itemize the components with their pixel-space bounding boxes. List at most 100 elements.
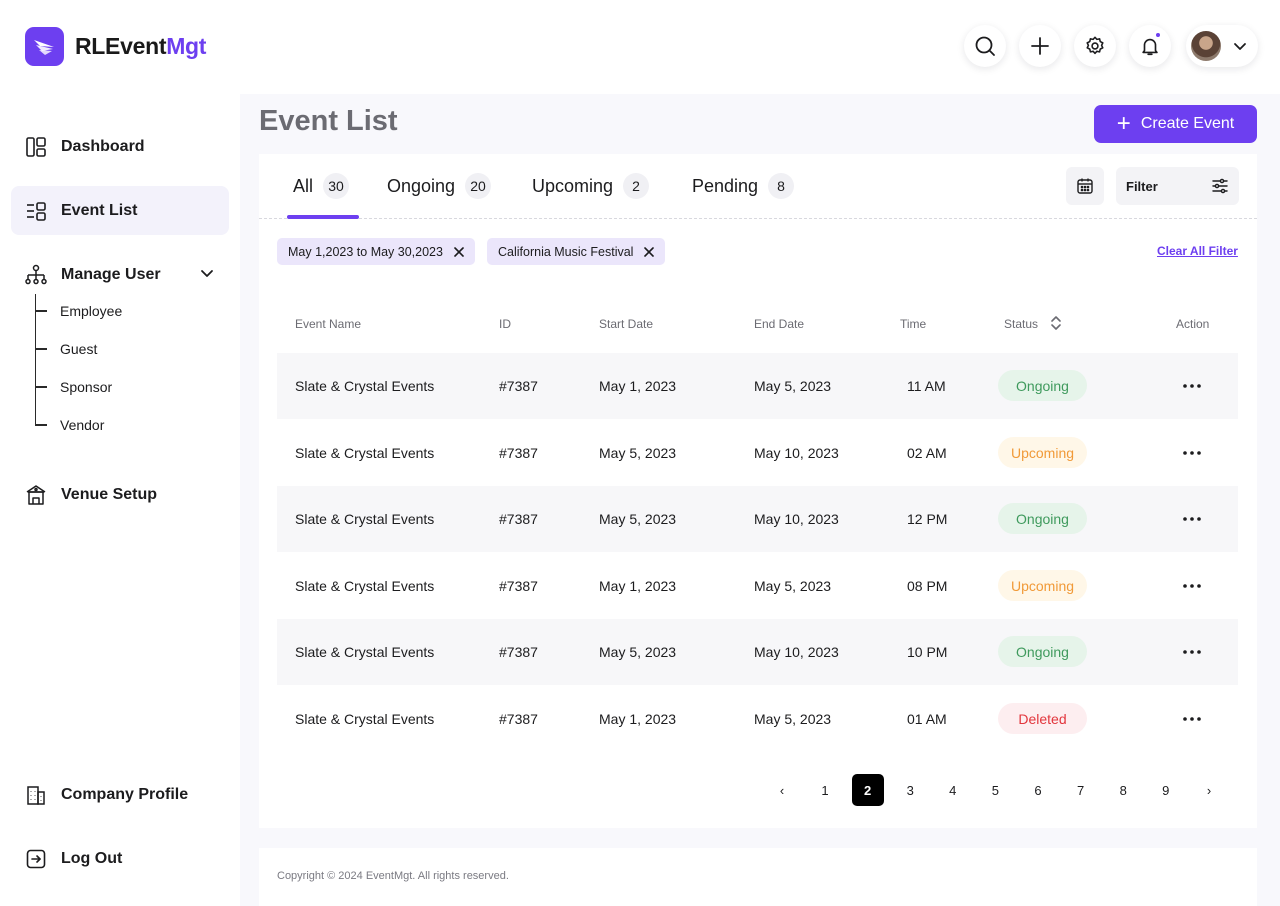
cell-time: 02 AM bbox=[907, 445, 947, 461]
building-icon bbox=[25, 784, 47, 806]
table-row[interactable]: Slate & Crystal Events #7387 May 1, 2023 Ma… bbox=[277, 686, 1238, 752]
cell-id: #7387 bbox=[499, 378, 538, 394]
cell-start-date: May 5, 2023 bbox=[599, 644, 677, 660]
add-button[interactable] bbox=[1019, 25, 1061, 67]
column-header-end-date: End Date bbox=[754, 317, 805, 331]
column-header-status[interactable]: Status bbox=[1004, 317, 1038, 331]
pagination-page-button[interactable]: 9 bbox=[1150, 774, 1182, 806]
cell-start-date: May 5, 2023 bbox=[599, 445, 677, 461]
copyright-text: Copyright © 2024 EventMgt. All rights re… bbox=[277, 870, 509, 882]
more-actions-icon[interactable] bbox=[1179, 377, 1205, 395]
clear-all-filter-link[interactable]: Clear All Filter bbox=[1157, 244, 1238, 258]
tab-all[interactable]: All 30 bbox=[293, 173, 350, 199]
pagination-page-button[interactable]: 2 bbox=[851, 774, 884, 806]
active-tab-indicator bbox=[287, 215, 359, 219]
sidebar-item-company-profile[interactable]: Company Profile bbox=[11, 770, 229, 819]
table-row[interactable]: Slate & Crystal Events #7387 May 5, 2023 Ma… bbox=[277, 486, 1238, 552]
status-badge: Deleted bbox=[998, 703, 1087, 734]
search-button[interactable] bbox=[964, 25, 1006, 67]
sidebar-item-manage-user[interactable]: Manage User bbox=[11, 250, 229, 299]
cell-time: 08 PM bbox=[907, 578, 948, 594]
filter-button[interactable]: Filter bbox=[1116, 167, 1239, 205]
table-row[interactable]: Slate & Crystal Events #7387 May 5, 2023 Ma… bbox=[277, 619, 1238, 685]
status-badge: Upcoming bbox=[998, 570, 1087, 601]
cell-id: #7387 bbox=[499, 644, 538, 660]
gear-icon bbox=[1086, 36, 1104, 55]
more-actions-icon[interactable] bbox=[1179, 444, 1205, 462]
cell-start-date: May 1, 2023 bbox=[599, 711, 677, 727]
plus-icon: + bbox=[1116, 110, 1131, 137]
sidebar-subitem-vendor[interactable]: Vendor bbox=[35, 415, 104, 435]
avatar bbox=[1191, 31, 1221, 61]
column-header-action: Action bbox=[1176, 317, 1210, 331]
sidebar-item-log-out[interactable]: Log Out bbox=[11, 834, 229, 883]
close-icon[interactable] bbox=[454, 246, 464, 257]
cell-time: 10 PM bbox=[907, 644, 948, 660]
cell-end-date: May 5, 2023 bbox=[754, 378, 832, 394]
logout-icon bbox=[25, 848, 47, 870]
sidebar-subitem-guest[interactable]: Guest bbox=[35, 339, 97, 359]
cell-event-name: Slate & Crystal Events bbox=[295, 445, 435, 461]
tab-count: 20 bbox=[465, 173, 492, 199]
notification-dot bbox=[1155, 32, 1161, 38]
tab-count: 8 bbox=[768, 173, 795, 199]
more-actions-icon[interactable] bbox=[1179, 577, 1205, 595]
brand-name: RLEventMgt bbox=[75, 33, 207, 59]
sidebar-item-event-list[interactable]: Event List bbox=[11, 186, 229, 235]
brand-logo[interactable]: RLEventMgt bbox=[25, 27, 206, 66]
tab-ongoing[interactable]: Ongoing 20 bbox=[387, 173, 492, 199]
cell-id: #7387 bbox=[499, 578, 538, 594]
sort-icon[interactable] bbox=[1050, 315, 1062, 331]
table-row[interactable]: Slate & Crystal Events #7387 May 1, 2023 Ma… bbox=[277, 553, 1238, 619]
sidebar-item-label: Event List bbox=[61, 201, 138, 219]
cell-time: 11 AM bbox=[907, 378, 946, 394]
chevron-down-icon[interactable] bbox=[199, 265, 215, 281]
status-badge: Ongoing bbox=[998, 370, 1087, 401]
page-title: Event List bbox=[259, 105, 398, 137]
venue-icon bbox=[25, 484, 47, 506]
more-actions-icon[interactable] bbox=[1179, 510, 1205, 528]
notifications-button[interactable] bbox=[1129, 25, 1171, 67]
plus-icon bbox=[1031, 37, 1049, 55]
pagination-page-button[interactable]: 5 bbox=[979, 774, 1011, 806]
table-row[interactable]: Slate & Crystal Events #7387 May 1, 2023 Ma… bbox=[277, 353, 1238, 419]
close-icon[interactable] bbox=[644, 246, 655, 257]
create-event-button[interactable]: + Create Event bbox=[1094, 105, 1257, 143]
tab-count: 2 bbox=[623, 173, 650, 199]
pagination-page-button[interactable]: 8 bbox=[1107, 774, 1139, 806]
pagination-prev-button[interactable]: ‹ bbox=[766, 774, 798, 806]
column-header-start-date: Start Date bbox=[599, 317, 654, 331]
more-actions-icon[interactable] bbox=[1179, 643, 1205, 661]
calendar-button[interactable] bbox=[1066, 167, 1104, 205]
tab-upcoming[interactable]: Upcoming 2 bbox=[532, 173, 650, 199]
sidebar-subitem-sponsor[interactable]: Sponsor bbox=[35, 377, 112, 397]
status-badge: Upcoming bbox=[998, 437, 1087, 468]
chevron-down-icon bbox=[1234, 43, 1246, 50]
cell-event-name: Slate & Crystal Events bbox=[295, 711, 435, 727]
filter-chip-date: May 1,2023 to May 30,2023 bbox=[277, 238, 475, 265]
table-row[interactable]: Slate & Crystal Events #7387 May 5, 2023 Ma… bbox=[277, 420, 1238, 486]
user-menu[interactable] bbox=[1186, 25, 1258, 67]
sliders-icon bbox=[1212, 178, 1228, 194]
sidebar-item-dashboard[interactable]: Dashboard bbox=[11, 122, 229, 171]
bell-icon bbox=[1142, 38, 1158, 56]
pagination-page-button[interactable]: 1 bbox=[809, 774, 841, 806]
sidebar-item-label: Log Out bbox=[61, 849, 123, 867]
pagination-page-button[interactable]: 7 bbox=[1065, 774, 1097, 806]
pagination-page-button[interactable]: 4 bbox=[937, 774, 969, 806]
sidebar-item-label: Dashboard bbox=[61, 137, 145, 155]
tab-pending[interactable]: Pending 8 bbox=[692, 173, 795, 199]
sidebar-item-venue-setup[interactable]: Venue Setup bbox=[11, 470, 229, 519]
cell-event-name: Slate & Crystal Events bbox=[295, 378, 435, 394]
status-badge: Ongoing bbox=[998, 636, 1087, 667]
more-actions-icon[interactable] bbox=[1179, 710, 1205, 728]
sidebar-item-label: Venue Setup bbox=[61, 485, 158, 503]
settings-button[interactable] bbox=[1074, 25, 1116, 67]
sidebar-subitem-employee[interactable]: Employee bbox=[35, 301, 122, 321]
cell-start-date: May 5, 2023 bbox=[599, 511, 677, 527]
pagination-page-button[interactable]: 6 bbox=[1022, 774, 1054, 806]
pagination-page-button[interactable]: 3 bbox=[894, 774, 926, 806]
pagination-next-button[interactable]: › bbox=[1193, 774, 1225, 806]
org-chart-icon bbox=[25, 264, 47, 286]
tabs-divider bbox=[259, 218, 1257, 219]
